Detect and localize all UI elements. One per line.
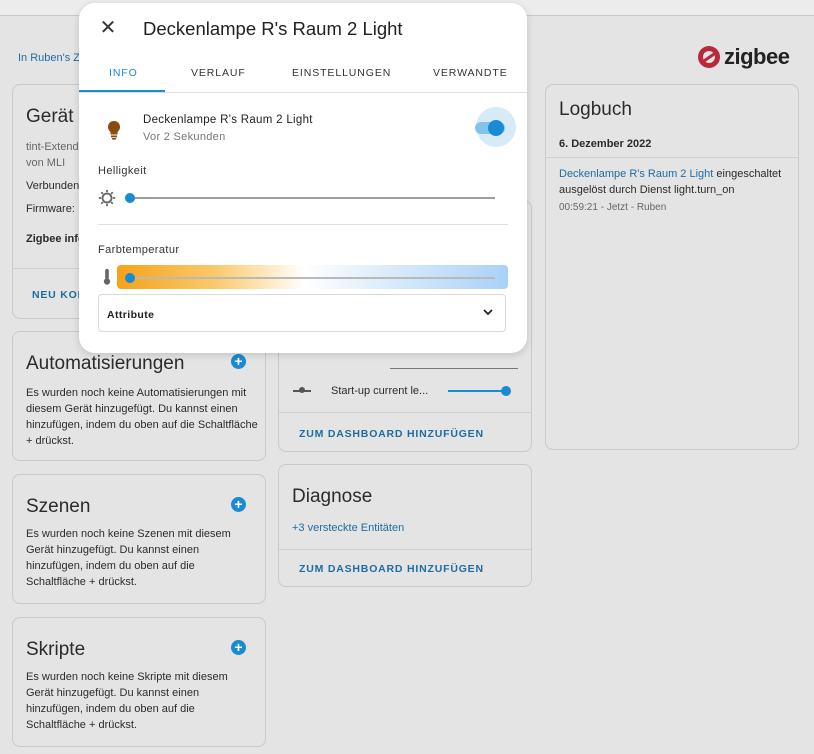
active-tab-indicator [79, 90, 165, 92]
entity-name: Deckenlampe R's Raum 2 Light [143, 114, 313, 126]
config-card-divider [279, 412, 531, 413]
logbook-trigger: ausgelöst durch Dienst light.turn_on [559, 184, 735, 196]
diagnose-card: Diagnose +3 versteckte Entitäten ZUM DAS… [278, 464, 532, 587]
scenes-empty-text: Es wurden noch keine Szenen mit diesem G… [26, 528, 231, 588]
reconfigure-button[interactable]: NEU KON [32, 289, 86, 301]
logbook-card: Logbuch 6. Dezember 2022 Deckenlampe R's… [545, 84, 799, 450]
tab-history[interactable]: VERLAUF [191, 67, 246, 79]
hidden-entities-link[interactable]: +3 versteckte Entitäten [292, 520, 404, 536]
add-scene-button[interactable]: + [231, 497, 246, 512]
brightness-label: Helligkeit [98, 165, 147, 177]
thermometer-icon [103, 268, 111, 285]
automations-title: Automatisierungen [26, 353, 185, 374]
chevron-down-icon [483, 309, 493, 316]
zigbee-logo: zigbee [698, 44, 790, 70]
zigbee-logo-icon [698, 46, 720, 68]
automations-empty-text: Es wurden noch keine Automatisierungen m… [26, 387, 258, 447]
device-manufacturer: von MLI [26, 157, 66, 169]
scripts-card: Skripte + Es wurden noch keine Skripte m… [12, 617, 266, 747]
section-divider [98, 224, 508, 225]
startup-slider-icon-dot [299, 387, 305, 393]
scripts-title: Skripte [26, 639, 86, 660]
device-model: tint-Extend [26, 141, 79, 153]
startup-slider-track[interactable] [448, 390, 507, 392]
tab-info[interactable]: INFO [109, 67, 138, 79]
logbook-event-text: eingeschaltet [713, 168, 782, 180]
device-firmware: Firmware: [26, 203, 75, 215]
logbook-meta: 00:59:21 - Jetzt - Ruben [559, 202, 667, 213]
entity-more-info-dialog: ✕ Deckenlampe R's Raum 2 Light INFO VERL… [79, 3, 527, 353]
zigbee-wordmark: zigbee [724, 44, 790, 69]
breadcrumb[interactable]: In Ruben's Z [18, 52, 80, 64]
logbook-title: Logbuch [559, 99, 632, 120]
dialog-title: Deckenlampe R's Raum 2 Light [143, 18, 403, 39]
attributes-label: Attribute [107, 309, 155, 321]
logbook-divider [546, 157, 798, 158]
add-to-dashboard-button[interactable]: ZUM DASHBOARD HINZUFÜGEN [299, 428, 484, 440]
scripts-empty-text: Es wurden noch keine Skripte mit diesem … [26, 671, 228, 731]
light-toggle-switch[interactable] [488, 120, 504, 136]
config-input-underline [390, 368, 518, 369]
add-script-button[interactable]: + [231, 640, 246, 655]
diagnose-title: Diagnose [292, 486, 373, 507]
brightness-icon [98, 189, 116, 207]
dialog-tabs: INFO VERLAUF EINSTELLUNGEN VERWANDTE [79, 56, 527, 93]
zigbee-info-label[interactable]: Zigbee info [26, 231, 85, 247]
device-connection: Verbunden [26, 180, 80, 192]
tab-settings[interactable]: EINSTELLUNGEN [292, 67, 391, 79]
lightbulb-icon [108, 121, 120, 140]
device-card-title: Gerät I [26, 106, 85, 127]
entity-last-changed: Vor 2 Sekunden [143, 131, 226, 143]
add-to-dashboard-button[interactable]: ZUM DASHBOARD HINZUFÜGEN [299, 563, 484, 575]
startup-current-level-label: Start-up current le... [331, 385, 429, 397]
logbook-entity-link[interactable]: Deckenlampe R's Raum 2 Light [559, 168, 713, 180]
logbook-date: 6. Dezember 2022 [559, 138, 652, 150]
brightness-slider-knob[interactable] [125, 193, 135, 203]
entity-row: Deckenlampe R's Raum 2 Light Vor 2 Sekun… [104, 113, 514, 153]
diagnose-card-divider [279, 549, 531, 550]
add-automation-button[interactable]: + [231, 354, 246, 369]
color-temperature-slider-track[interactable] [130, 277, 495, 279]
tab-related[interactable]: VERWANDTE [433, 67, 508, 79]
scenes-title: Szenen [26, 496, 91, 517]
brightness-slider-track[interactable] [130, 197, 495, 199]
close-icon[interactable]: ✕ [97, 17, 119, 39]
logbook-entry: Deckenlampe R's Raum 2 Light eingeschalt… [559, 166, 791, 198]
color-temperature-label: Farbtemperatur [98, 244, 180, 256]
startup-slider-knob[interactable] [501, 386, 511, 396]
scenes-card: Szenen + Es wurden noch keine Szenen mit… [12, 474, 266, 604]
color-temperature-slider-knob[interactable] [125, 273, 135, 283]
attributes-expander[interactable]: Attribute [98, 294, 506, 332]
